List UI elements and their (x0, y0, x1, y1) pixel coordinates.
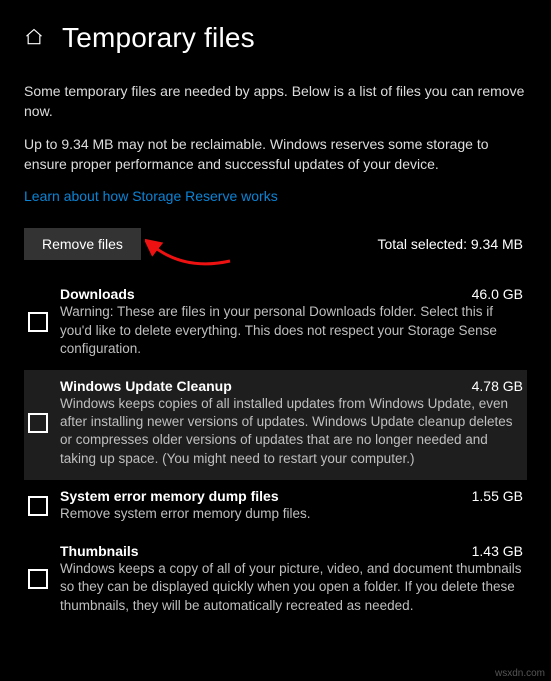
checkbox-windows-update-cleanup[interactable] (28, 413, 48, 433)
item-body: Thumbnails 1.43 GB Windows keeps a copy … (60, 543, 523, 615)
checkbox-system-error-dump[interactable] (28, 496, 48, 516)
header-row: Temporary files (24, 22, 527, 54)
home-icon[interactable] (24, 27, 44, 50)
item-title: Windows Update Cleanup (60, 378, 232, 394)
item-size: 1.55 GB (472, 488, 523, 504)
item-size: 46.0 GB (472, 286, 523, 302)
intro-text-1: Some temporary files are needed by apps.… (24, 82, 527, 121)
storage-reserve-link[interactable]: Learn about how Storage Reserve works (24, 188, 278, 204)
item-title: System error memory dump files (60, 488, 279, 504)
item-desc: Windows keeps copies of all installed up… (60, 395, 523, 468)
intro-text-2: Up to 9.34 MB may not be reclaimable. Wi… (24, 135, 527, 174)
checkbox-thumbnails[interactable] (28, 569, 48, 589)
item-body: Windows Update Cleanup 4.78 GB Windows k… (60, 378, 523, 468)
watermark: wsxdn.com (495, 668, 545, 679)
item-desc: Windows keeps a copy of all of your pict… (60, 560, 523, 615)
list-item[interactable]: Windows Update Cleanup 4.78 GB Windows k… (24, 370, 527, 480)
item-body: Downloads 46.0 GB Warning: These are fil… (60, 286, 523, 358)
item-desc: Remove system error memory dump files. (60, 505, 523, 523)
item-size: 1.43 GB (472, 543, 523, 559)
action-row: Remove files Total selected: 9.34 MB (24, 228, 527, 260)
list-item[interactable]: System error memory dump files 1.55 GB R… (24, 480, 527, 535)
item-title: Downloads (60, 286, 135, 302)
total-selected-label: Total selected: 9.34 MB (377, 236, 527, 252)
item-list: Downloads 46.0 GB Warning: These are fil… (24, 278, 527, 626)
item-desc: Warning: These are files in your persona… (60, 303, 523, 358)
remove-files-button[interactable]: Remove files (24, 228, 141, 260)
page-title: Temporary files (62, 22, 255, 54)
list-item[interactable]: Downloads 46.0 GB Warning: These are fil… (24, 278, 527, 370)
list-item[interactable]: Thumbnails 1.43 GB Windows keeps a copy … (24, 535, 527, 627)
checkbox-downloads[interactable] (28, 312, 48, 332)
item-title: Thumbnails (60, 543, 139, 559)
item-body: System error memory dump files 1.55 GB R… (60, 488, 523, 523)
item-size: 4.78 GB (472, 378, 523, 394)
